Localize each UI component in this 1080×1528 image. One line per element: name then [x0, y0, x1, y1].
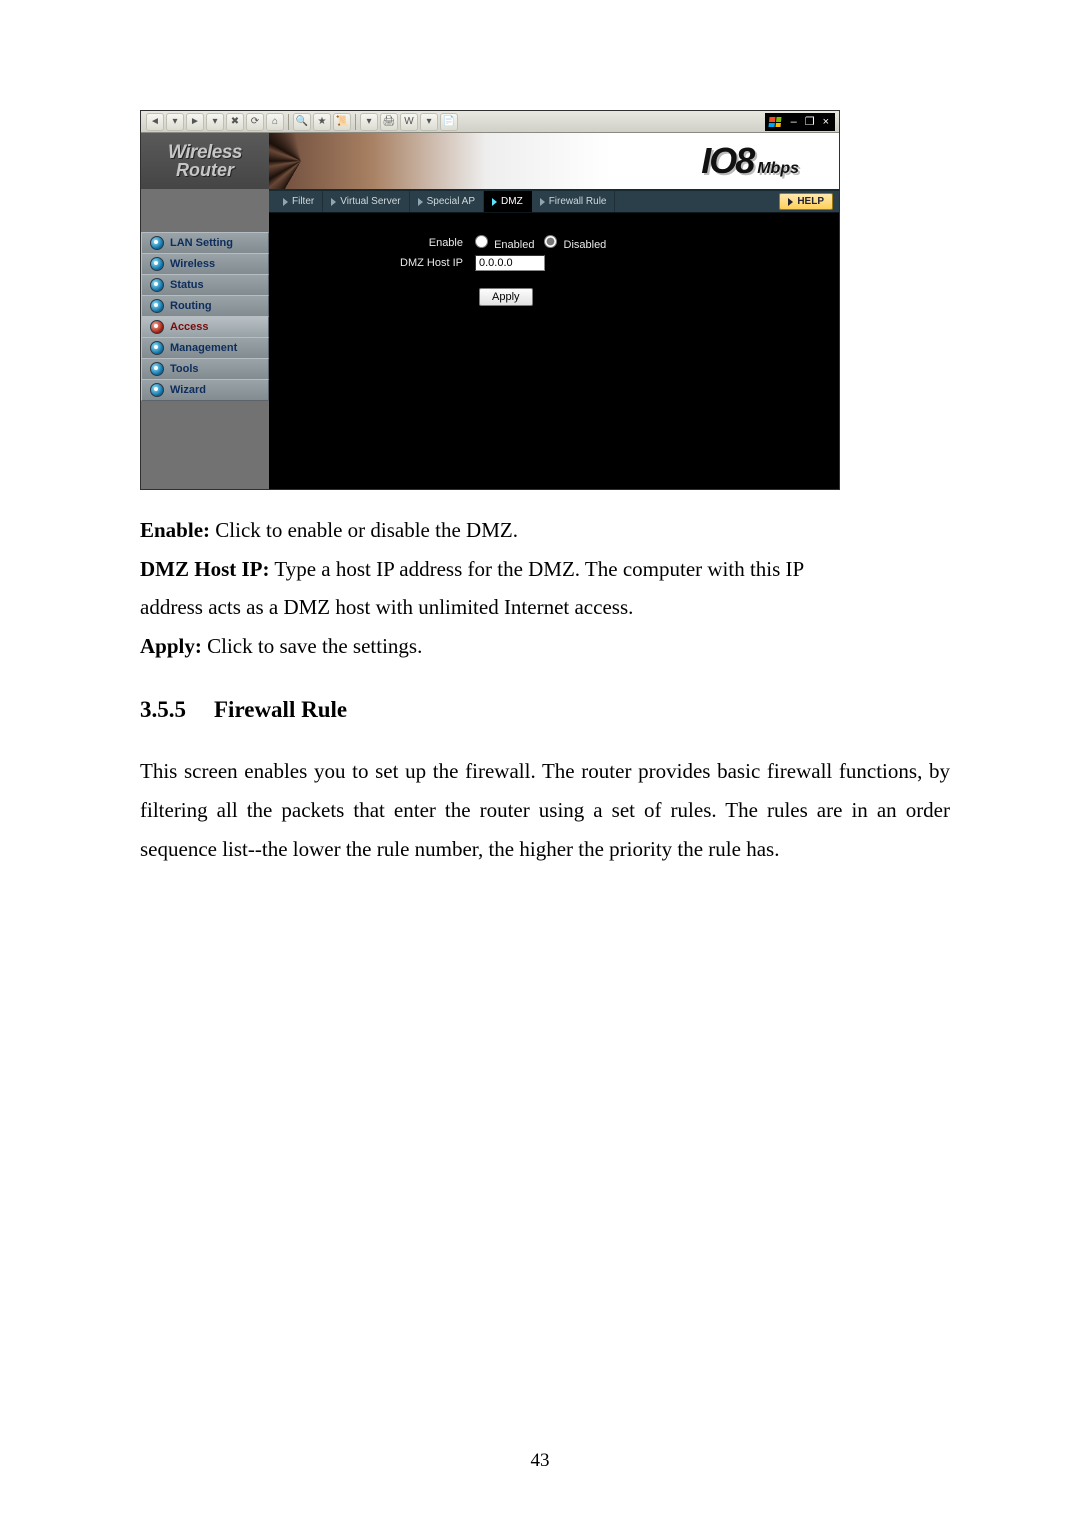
sidebar-item-management[interactable]: Management: [141, 337, 269, 359]
help-button[interactable]: HELP: [779, 193, 833, 210]
forward-icon[interactable]: ►: [186, 113, 204, 131]
toolbar-sep: [355, 114, 356, 130]
tab-label: DMZ: [501, 196, 523, 207]
sidebar-item-label: Management: [170, 342, 237, 354]
tab-arrow-icon: [331, 198, 336, 206]
favorites-icon[interactable]: ★: [313, 113, 331, 131]
tab-arrow-icon: [540, 198, 545, 206]
section-title: Firewall Rule: [214, 692, 347, 728]
router-banner: Wireless Router IO8Mbps: [141, 133, 839, 189]
section-number: 3.5.5: [140, 692, 186, 728]
radio-enabled-label: Enabled: [494, 239, 534, 251]
tab-arrow-icon: [283, 198, 288, 206]
close-icon[interactable]: ×: [823, 116, 829, 128]
restore-icon[interactable]: ❐: [805, 115, 815, 128]
tab-label: Special AP: [427, 196, 475, 207]
brand-line2: Router: [176, 160, 234, 181]
tab-arrow-icon: [492, 198, 497, 206]
document-body: Enable: Click to enable or disable the D…: [140, 514, 950, 868]
radio-enabled-input[interactable]: [475, 235, 488, 248]
tab-filter[interactable]: Filter: [275, 191, 323, 212]
sidebar-item-wizard[interactable]: Wizard: [141, 379, 269, 401]
radio-disabled-input[interactable]: [544, 235, 557, 248]
radio-disabled[interactable]: Disabled: [544, 235, 606, 251]
word-icon[interactable]: W: [400, 113, 418, 131]
sidebar-item-label: Wireless: [170, 258, 215, 270]
home-icon[interactable]: ⌂: [266, 113, 284, 131]
router-screenshot: ◄ ▾ ► ▾ ✖ ⟳ ⌂ 🔍 ★ 📜 ▾ 🖨 W ▾ 📄 – ❐ ×: [140, 110, 840, 490]
tab-dmz[interactable]: DMZ: [484, 191, 532, 212]
speed-label: IO8Mbps: [701, 140, 799, 182]
minimize-icon[interactable]: –: [791, 116, 797, 128]
sidebar-nav: LAN Setting Wireless Status Routing Acce…: [141, 233, 269, 401]
sidebar-item-status[interactable]: Status: [141, 274, 269, 296]
sidebar-item-access[interactable]: Access: [141, 316, 269, 338]
back-icon[interactable]: ◄: [146, 113, 164, 131]
dmz-def-term: DMZ Host IP:: [140, 557, 270, 581]
bullet-icon: [150, 341, 164, 355]
enable-def-term: Enable:: [140, 518, 210, 542]
print-icon[interactable]: 🖨: [380, 113, 398, 131]
dmz-form: Enable Enabled Disabled DMZ Host IP: [269, 213, 839, 489]
bullet-icon: [150, 320, 164, 334]
apply-button[interactable]: Apply: [479, 288, 533, 306]
tab-bar: Filter Virtual Server Special AP DMZ Fir…: [269, 189, 839, 213]
mail-icon[interactable]: ▾: [360, 113, 378, 131]
sidebar-item-label: Access: [170, 321, 209, 333]
apply-def-text: Click to save the settings.: [202, 634, 422, 658]
dmz-host-ip-input[interactable]: [475, 255, 545, 271]
bullet-icon: [150, 383, 164, 397]
word-menu-icon[interactable]: ▾: [420, 113, 438, 131]
refresh-icon[interactable]: ⟳: [246, 113, 264, 131]
sidebar-item-routing[interactable]: Routing: [141, 295, 269, 317]
help-label: HELP: [797, 196, 824, 207]
dmz-host-ip-label: DMZ Host IP: [299, 253, 469, 273]
section-paragraph: This screen enables you to set up the fi…: [140, 752, 950, 869]
bullet-icon: [150, 236, 164, 250]
browser-toolbar: ◄ ▾ ► ▾ ✖ ⟳ ⌂ 🔍 ★ 📜 ▾ 🖨 W ▾ 📄 – ❐ ×: [141, 111, 839, 133]
section-heading: 3.5.5 Firewall Rule: [140, 692, 950, 728]
bullet-icon: [150, 299, 164, 313]
windows-flag-icon: [765, 113, 785, 131]
sidebar-item-label: Tools: [170, 363, 199, 375]
bullet-icon: [150, 278, 164, 292]
speed-unit: Mbps: [757, 160, 799, 177]
sidebar-item-label: LAN Setting: [170, 237, 233, 249]
sidebar-item-label: Status: [170, 279, 204, 291]
page-number: 43: [0, 1450, 1080, 1472]
tab-virtual-server[interactable]: Virtual Server: [323, 191, 409, 212]
apply-def-term: Apply:: [140, 634, 202, 658]
tab-firewall-rule[interactable]: Firewall Rule: [532, 191, 616, 212]
search-icon[interactable]: 🔍: [293, 113, 311, 131]
help-arrow-icon: [788, 198, 793, 206]
back-menu-icon[interactable]: ▾: [166, 113, 184, 131]
sidebar-item-label: Wizard: [170, 384, 206, 396]
fwd-menu-icon[interactable]: ▾: [206, 113, 224, 131]
sidebar-item-wireless[interactable]: Wireless: [141, 253, 269, 275]
history-icon[interactable]: 📜: [333, 113, 351, 131]
toolbar-sep: [288, 114, 289, 130]
stop-icon[interactable]: ✖: [226, 113, 244, 131]
bullet-icon: [150, 362, 164, 376]
enable-label: Enable: [299, 233, 469, 253]
dmz-def-text-2: address acts as a DMZ host with unlimite…: [140, 591, 950, 624]
tab-arrow-icon: [418, 198, 423, 206]
speed-value: IO8: [701, 140, 753, 181]
page-icon[interactable]: 📄: [440, 113, 458, 131]
sidebar-item-lan-setting[interactable]: LAN Setting: [141, 232, 269, 254]
sidebar-item-label: Routing: [170, 300, 212, 312]
sidebar-item-tools[interactable]: Tools: [141, 358, 269, 380]
tab-label: Virtual Server: [340, 196, 400, 207]
banner-burst-icon: [269, 133, 429, 189]
tab-label: Filter: [292, 196, 314, 207]
radio-enabled[interactable]: Enabled: [475, 235, 534, 251]
window-controls[interactable]: – ❐ ×: [785, 113, 835, 131]
bullet-icon: [150, 257, 164, 271]
enable-def-text: Click to enable or disable the DMZ.: [210, 518, 518, 542]
tab-label: Firewall Rule: [549, 196, 607, 207]
brand-logo: Wireless Router: [141, 133, 269, 189]
tab-special-ap[interactable]: Special AP: [410, 191, 484, 212]
radio-disabled-label: Disabled: [564, 239, 607, 251]
dmz-def-text-1: Type a host IP address for the DMZ. The …: [270, 557, 805, 581]
